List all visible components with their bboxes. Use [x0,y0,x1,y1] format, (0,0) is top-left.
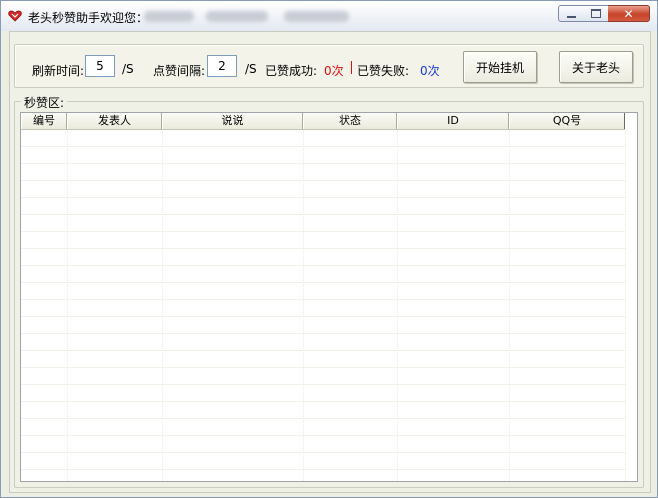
column-divider [162,130,163,481]
redacted-text [206,11,268,22]
close-button[interactable]: ✕ [608,5,650,22]
success-count: 0次 [324,64,344,78]
interval-input[interactable] [207,55,237,77]
redacted-text [144,11,194,22]
divider [351,61,352,74]
column-divider [303,130,304,481]
fail-count: 0次 [420,64,440,78]
interval-unit: /S [245,62,257,76]
column-divider [67,130,68,481]
column-divider [397,130,398,481]
list-header: 编号 发表人 说说 状态 ID QQ号 [21,113,625,130]
redacted-text [284,11,349,22]
column-header-poster[interactable]: 发表人 [67,113,162,129]
column-header-id[interactable]: ID [397,113,509,129]
close-icon: ✕ [623,6,634,21]
about-button[interactable]: 关于老头 [559,51,633,83]
column-divider [509,130,510,481]
maximize-button[interactable] [583,5,609,22]
refresh-input[interactable] [85,55,115,77]
refresh-label: 刷新时间: [32,64,85,78]
column-header-number[interactable]: 编号 [21,113,67,129]
like-area-group: 秒赞区: 编号 发表人 说说 状态 ID QQ号 [14,94,644,488]
minimize-icon [566,15,576,18]
refresh-unit: /S [122,62,134,76]
heart-icon [8,10,22,22]
list-body [21,130,625,481]
group-title: 秒赞区: [21,94,68,111]
title-bar[interactable]: 老头秒赞助手欢迎您： ✕ [1,1,657,31]
maximize-icon [590,9,601,18]
interval-label: 点赞间隔: [153,64,206,78]
column-header-qq[interactable]: QQ号 [509,113,625,129]
start-button[interactable]: 开始挂机 [463,51,537,83]
column-divider [625,130,626,481]
fail-label: 已赞失败: [357,64,410,78]
success-label: 已赞成功: [265,64,318,78]
client-area: 刷新时间: /S 点赞间隔: /S 已赞成功: 0次 已赞失败: 0次 开始挂机… [9,31,651,493]
like-list[interactable]: 编号 发表人 说说 状态 ID QQ号 [20,112,638,482]
app-window: 老头秒赞助手欢迎您： ✕ 刷新时间: /S 点赞间隔: /S 已赞成功: 0次 … [0,0,658,498]
window-title: 老头秒赞助手欢迎您： [28,11,149,25]
minimize-button[interactable] [558,5,584,22]
column-header-post[interactable]: 说说 [162,113,303,129]
column-header-status[interactable]: 状态 [303,113,397,129]
settings-panel: 刷新时间: /S 点赞间隔: /S 已赞成功: 0次 已赞失败: 0次 开始挂机… [14,44,644,88]
